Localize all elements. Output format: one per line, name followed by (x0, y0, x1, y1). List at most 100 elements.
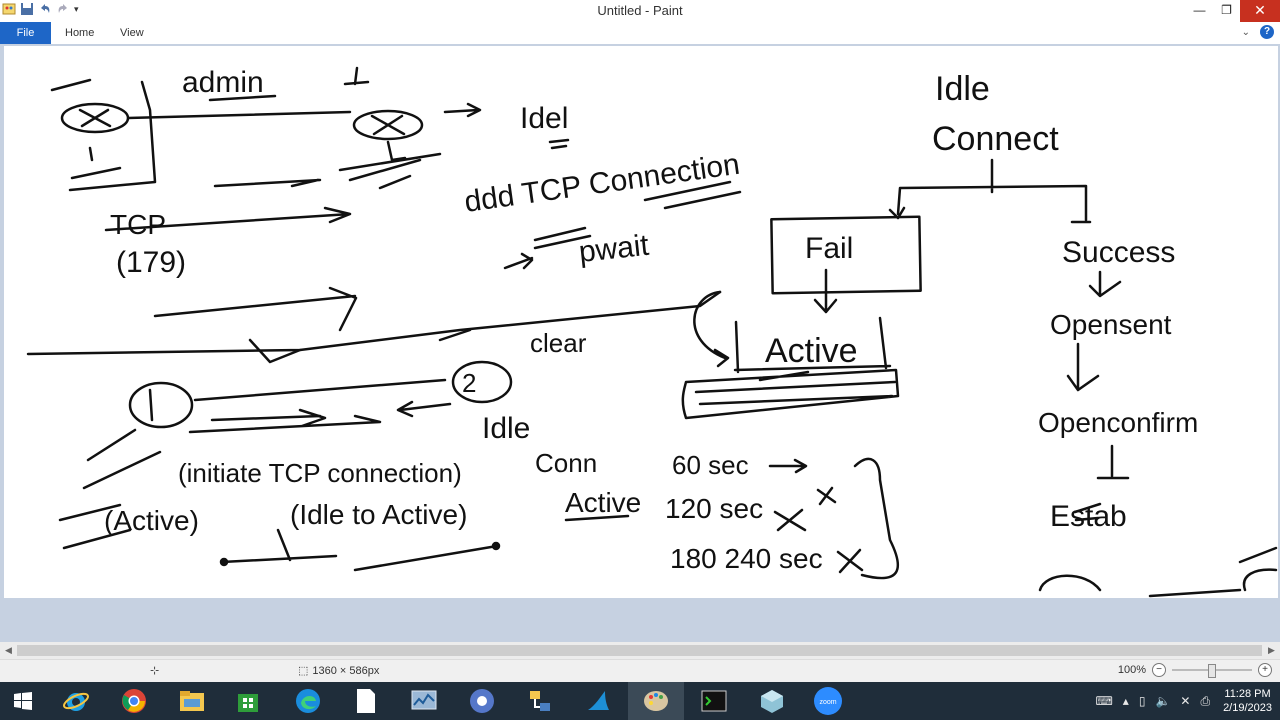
canvas-size-icon: ⬚ (298, 665, 309, 677)
zoom-out-button[interactable]: − (1152, 663, 1166, 677)
tab-view[interactable]: View (108, 22, 156, 44)
chrome-icon (122, 689, 146, 713)
label-fail: Fail (805, 232, 853, 265)
taskbar-store[interactable] (220, 682, 276, 720)
scroll-right-icon[interactable]: ▶ (1263, 642, 1280, 659)
label-120-sec: 120 sec (665, 493, 763, 524)
canvas-workspace: admin Idel ddd TCP Connection pwait TCP … (0, 44, 1280, 642)
taskbar-edge[interactable] (280, 682, 336, 720)
taskbar-app-blue-circle[interactable] (454, 682, 510, 720)
horizontal-scrollbar[interactable]: ◀ ▶ (0, 642, 1280, 659)
start-button[interactable] (0, 682, 46, 720)
close-button[interactable]: ✕ (1240, 0, 1280, 22)
neighbor-1-symbol (128, 381, 194, 429)
taskbar-shark-app[interactable] (570, 682, 626, 720)
taskbar-notepad[interactable] (338, 682, 394, 720)
volume-icon[interactable]: 🔈 (1155, 694, 1170, 708)
label-active-bottom: Active (565, 487, 641, 518)
scrollbar-thumb[interactable] (17, 645, 1262, 656)
router-link-line (126, 110, 352, 120)
store-icon (238, 694, 258, 712)
taskbar-paint[interactable] (628, 682, 684, 720)
status-bar: ⊹ ⬚ 1360 × 586px 100% − + (0, 659, 1280, 683)
cursor-position: ⊹ (150, 664, 159, 677)
zoom-slider[interactable] (1172, 664, 1252, 678)
clock-time: 11:28 PM (1224, 688, 1271, 700)
zoom-in-button[interactable]: + (1258, 663, 1272, 677)
blank-document-icon (357, 689, 375, 713)
clock-date: 2/19/2023 (1223, 702, 1272, 714)
zoom-app-icon: zoom (814, 687, 842, 715)
label-openconfirm: Openconfirm (1038, 407, 1198, 438)
canvas-size-label: 1360 × 586px (312, 664, 380, 677)
battery-icon[interactable]: ▯ (1139, 694, 1146, 708)
terminal-icon (701, 690, 727, 712)
zoom-control: 100% − + (1117, 663, 1272, 678)
restore-button[interactable]: ❐ (1213, 0, 1240, 22)
label-conn: Conn (535, 448, 597, 478)
folder-icon (180, 691, 204, 711)
shark-fin-icon (588, 691, 609, 710)
printer-icon[interactable]: ⎙ (1200, 694, 1210, 709)
svg-text:zoom: zoom (819, 699, 836, 706)
label-180-240-sec: 180 240 sec (670, 543, 823, 574)
windows-taskbar: zoom ⌨ ▴ ▯ 🔈 ✕ ⎙ 11:28 PM 2/19/2023 (0, 682, 1280, 720)
handwritten-notes: admin Idel ddd TCP Connection pwait TCP … (26, 66, 1278, 598)
taskbar-file-explorer[interactable] (164, 682, 220, 720)
drawing-canvas[interactable]: admin Idel ddd TCP Connection pwait TCP … (4, 46, 1278, 598)
taskbar-app-box[interactable] (744, 682, 800, 720)
clock[interactable]: 11:28 PM 2/19/2023 (1223, 687, 1272, 715)
ribbon-tabs: File Home View ⌄ ? (0, 22, 1280, 45)
network-app-icon (530, 691, 550, 711)
label-idle-to-active: (Idle to Active) (290, 499, 467, 530)
cube-app-icon (761, 690, 783, 713)
label-active-paren: (Active) (104, 505, 199, 536)
tab-home[interactable]: Home (53, 22, 106, 44)
taskbar-internet-explorer[interactable] (48, 682, 104, 720)
svg-text:2: 2 (462, 368, 476, 398)
cursor-position-icon: ⊹ (150, 665, 160, 677)
label-connect-state: Connect (932, 120, 1059, 158)
label-tcp: TCP (110, 209, 166, 240)
taskbar-task-manager[interactable] (396, 682, 452, 720)
label-success: Success (1062, 236, 1175, 269)
label-clear: clear (530, 328, 587, 358)
internet-explorer-icon (63, 692, 89, 711)
taskbar-zoom[interactable]: zoom (800, 682, 856, 720)
label-initiate-tcp: (initiate TCP connection) (178, 458, 462, 488)
zoom-level: 100% (1117, 664, 1146, 676)
label-tcp-connection: ddd TCP Connection (462, 148, 741, 219)
network-disconnected-icon[interactable]: ✕ (1180, 694, 1190, 708)
minimize-button[interactable]: — (1186, 0, 1213, 22)
label-idel: Idel (520, 102, 568, 135)
label-active-state: Active (765, 332, 858, 370)
label-idle-state: Idle (935, 70, 990, 108)
label-admin: admin (182, 66, 264, 99)
windows-logo-icon (14, 692, 32, 710)
show-hidden-icons-icon[interactable]: ▴ (1123, 694, 1129, 708)
session-timeline-line (26, 290, 722, 356)
canvas-size: ⬚ 1360 × 586px (298, 664, 380, 678)
label-179: (179) (116, 246, 186, 279)
taskbar-network-app[interactable] (512, 682, 568, 720)
keyboard-icon[interactable]: ⌨ (1095, 694, 1112, 708)
scroll-left-icon[interactable]: ◀ (0, 642, 17, 659)
taskbar-terminal[interactable] (686, 682, 742, 720)
edge-icon (296, 689, 320, 713)
label-idle-2: Idle (482, 412, 530, 445)
paint-palette-icon (644, 691, 668, 711)
task-manager-icon (411, 690, 437, 710)
label-opensent: Opensent (1050, 309, 1172, 340)
taskbar-chrome[interactable] (106, 682, 162, 720)
tab-file[interactable]: File (0, 22, 51, 44)
collapse-ribbon-icon[interactable]: ⌄ (1242, 27, 1250, 38)
help-icon[interactable]: ? (1260, 25, 1274, 39)
zoom-slider-knob[interactable] (1208, 664, 1216, 678)
title-bar: ▾ Untitled - Paint — ❐ ✕ (0, 0, 1280, 23)
window-title: Untitled - Paint (597, 3, 683, 18)
system-tray: ⌨ ▴ ▯ 🔈 ✕ ⎙ 11:28 PM 2/19/2023 (1090, 682, 1280, 720)
label-60-sec: 60 sec (672, 450, 749, 480)
label-pwait: pwait (577, 229, 651, 269)
blue-circle-app-icon (470, 689, 494, 713)
label-estab: Estab (1050, 500, 1127, 533)
